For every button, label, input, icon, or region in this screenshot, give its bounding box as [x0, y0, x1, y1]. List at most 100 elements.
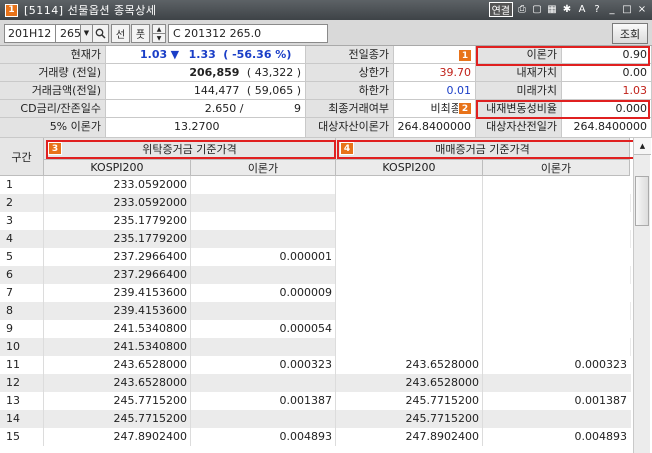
theory-right-cell: [483, 284, 630, 302]
kospi-right-cell: 247.8902400: [336, 428, 483, 446]
theory-left-cell: [191, 212, 336, 230]
table-row[interactable]: 8 239.4153600: [0, 302, 631, 320]
month-select[interactable]: 265 ▼: [55, 24, 93, 43]
chevron-down-icon[interactable]: ▼: [80, 25, 92, 42]
theory-left-cell: 0.000323: [191, 356, 336, 374]
theory-left-cell: 0.001387: [191, 392, 336, 410]
table-row[interactable]: 11 243.6528000 0.000323 243.6528000 0.000323: [0, 356, 631, 374]
kospi-right-cell: [336, 338, 483, 356]
table-row[interactable]: 6 237.2966400: [0, 266, 631, 284]
title-bar: 1 [5114] 선물옵션 종목상세 연결 ⎙ ▢ ▦ ✱ A ? _ □ ×: [0, 0, 652, 20]
theory-left-cell: 0.004893: [191, 428, 336, 446]
spin-control[interactable]: ▲ ▼: [152, 24, 166, 43]
table-row[interactable]: 10 241.5340800: [0, 338, 631, 356]
kospi-left-cell: 245.7715200: [44, 410, 191, 428]
spin-up-icon[interactable]: ▲: [153, 25, 165, 33]
row-number: 8: [0, 302, 44, 320]
table-row[interactable]: 4 235.1779200: [0, 230, 631, 248]
table-row[interactable]: 3 235.1779200: [0, 212, 631, 230]
row-number: 5: [0, 248, 44, 266]
spin-down-icon[interactable]: ▼: [153, 33, 165, 42]
table-row[interactable]: 7 239.4153600 0.000009: [0, 284, 631, 302]
table-row[interactable]: 5 237.2966400 0.000001: [0, 248, 631, 266]
underlying-theory-value: 264.8400000: [394, 118, 476, 138]
put-option-button[interactable]: 풋: [131, 24, 150, 43]
theory-left-cell: [191, 338, 336, 356]
cd-rate-cell: 2.650 / 9: [106, 100, 306, 118]
table-row[interactable]: 9 241.5340800 0.000054: [0, 320, 631, 338]
intrinsic-change-highlight: [476, 100, 650, 119]
window-square-icon[interactable]: ▢: [531, 2, 543, 17]
theory-right-cell: [483, 374, 630, 392]
row-number: 6: [0, 266, 44, 284]
kospi-right-cell: [336, 266, 483, 284]
theory-right-cell: [483, 194, 630, 212]
cd-rate-label: CD금리/잔존일수: [0, 100, 106, 118]
table-row[interactable]: 15 247.8902400 0.004893 247.8902400 0.004893: [0, 428, 631, 446]
link-button[interactable]: 연결: [488, 2, 513, 17]
title-tools: 연결 ⎙ ▢ ▦ ✱ A ? _ □ ×: [488, 2, 648, 17]
theory-left-cell: 0.000009: [191, 284, 336, 302]
vertical-scrollbar[interactable]: ▲: [633, 138, 651, 453]
table-row[interactable]: 14 245.7715200 245.7715200: [0, 410, 631, 428]
window-number-badge: 1: [5, 3, 18, 17]
theory-right-cell: [483, 248, 630, 266]
theory-right-cell: [483, 266, 630, 284]
theory-right-cell: 0.004893: [574, 430, 628, 443]
amount-cell: 144,477 ( 59,065 ): [106, 82, 306, 100]
theory-left-cell: [191, 266, 336, 284]
theory-right-cell: [483, 410, 630, 428]
kospi-left-cell: 239.4153600: [44, 302, 191, 320]
volume-value: 206,859: [189, 66, 240, 79]
minimize-button[interactable]: _: [606, 2, 618, 17]
row-number: 7: [0, 284, 44, 302]
row-number: 2: [0, 194, 44, 212]
call-option-button[interactable]: 선: [111, 24, 130, 43]
kospi-left-cell: 233.0592000: [44, 194, 191, 212]
window-title: [5114] 선물옵션 종목상세: [24, 4, 157, 17]
maximize-button[interactable]: □: [621, 2, 633, 17]
scroll-thumb[interactable]: [635, 176, 649, 226]
current-price-label: 현재가: [0, 46, 106, 64]
grid-icon[interactable]: ▦: [546, 2, 558, 17]
future-value-label: 미래가치: [476, 82, 562, 100]
annotation-badge-3: 3: [48, 142, 62, 155]
close-button[interactable]: ×: [636, 2, 648, 17]
table-row[interactable]: 13 245.7715200 0.001387 245.7715200 0.001387: [0, 392, 631, 410]
current-change-rate: ( -56.36 %): [223, 48, 292, 61]
lower-limit-value: 0.01: [394, 82, 476, 100]
pin-icon[interactable]: ✱: [561, 2, 573, 17]
code-input[interactable]: 201H12: [4, 24, 56, 43]
query-button[interactable]: 조회: [612, 23, 648, 44]
section-header: 구간: [0, 138, 44, 176]
days-value: 9: [294, 102, 301, 115]
col-theory-left: 이론가: [191, 160, 336, 176]
kospi-right-cell: 245.7715200: [336, 392, 483, 410]
toolbar: 201H12 265 ▼ 선 풋 ▲ ▼ C 201312 265.0 조회: [0, 20, 652, 46]
table-row[interactable]: 12 243.6528000 243.6528000: [0, 374, 631, 392]
row-number: 15: [0, 428, 44, 446]
scroll-up-icon[interactable]: ▲: [634, 138, 651, 155]
month-select-value: 265: [60, 27, 81, 40]
theory-right-cell: [483, 320, 630, 338]
amount-prev: ( 59,065 ): [246, 84, 301, 97]
col-kospi-left: KOSPI200: [44, 160, 191, 176]
intrinsic-label: 내재가치: [476, 64, 562, 82]
search-button[interactable]: [92, 24, 109, 43]
annotation-badge-4: 4: [340, 142, 354, 155]
amount-value: 144,477: [193, 84, 240, 97]
current-change: 1.33: [188, 48, 216, 61]
underlying-prev-label: 대상자산전일가: [476, 118, 562, 138]
print-icon[interactable]: ⎙: [516, 2, 528, 17]
kospi-left-cell: 245.7715200: [44, 392, 191, 410]
kospi-right-cell: [336, 284, 483, 302]
font-icon[interactable]: A: [576, 2, 588, 17]
instrument-name-field: C 201312 265.0: [168, 24, 328, 43]
theory-left-cell: [191, 410, 336, 428]
help-icon[interactable]: ?: [591, 2, 603, 17]
row-number: 3: [0, 212, 44, 230]
table-row[interactable]: 2 233.0592000: [0, 194, 631, 212]
col-theory-right: 이론가: [483, 160, 630, 176]
kospi-left-cell: 247.8902400: [44, 428, 191, 446]
table-row[interactable]: 1 233.0592000: [0, 176, 631, 194]
